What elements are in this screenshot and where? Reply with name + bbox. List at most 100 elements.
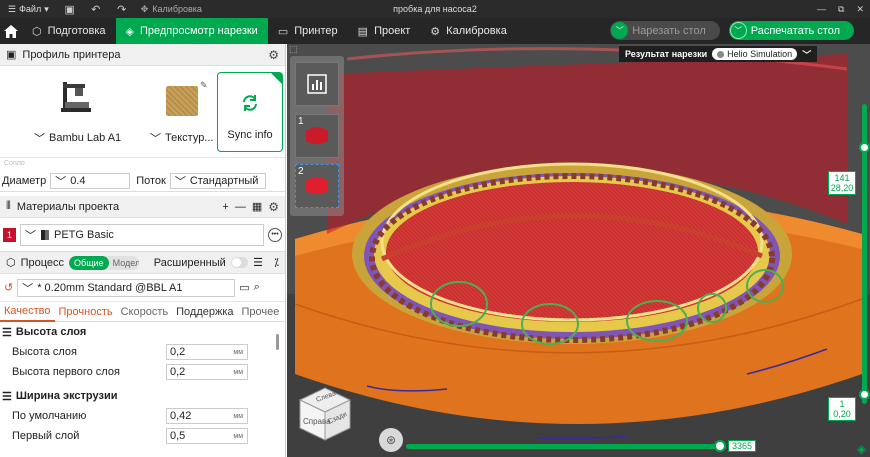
plate-1-thumbnail[interactable]: 1	[295, 114, 339, 158]
materials-section-header: ⦀ Материалы проекта + — ▦ ⚙	[0, 196, 285, 218]
param-input[interactable]: 0,42 мм	[166, 408, 248, 424]
layer-slider-top-handle[interactable]	[859, 142, 870, 153]
chevron-down-icon: ﹀	[34, 133, 45, 145]
param-row: По умолчанию 0,42 мм	[0, 406, 285, 426]
list-icon[interactable]: ☰	[253, 256, 263, 269]
scope-global[interactable]: Общие	[69, 255, 109, 270]
slice-plate-button[interactable]: ﹀ Нарезать стол	[610, 21, 720, 40]
chevron-down-icon[interactable]: ﹀	[611, 22, 629, 39]
sync-info-button[interactable]: Sync info	[217, 72, 283, 152]
tab-prepare[interactable]: ⬡ Подготовка	[22, 18, 116, 44]
print-plate-button[interactable]: ﹀ Распечатать стол	[728, 21, 854, 40]
advanced-toggle[interactable]	[230, 257, 249, 268]
process-scope-toggle[interactable]: Общие Модели	[69, 255, 139, 270]
scope-objects[interactable]: Модели	[109, 258, 139, 268]
process-section-header: ⬡ Процесс Общие Модели Расширенный ☰ ⁒	[0, 252, 285, 274]
tab-project[interactable]: ▤ Проект	[348, 18, 421, 44]
file-menu[interactable]: ☰ Файл ▾	[0, 4, 57, 15]
layer-top-number: 141	[834, 173, 850, 183]
tab-calibration-label: Калибровка	[446, 25, 507, 37]
main-toolbar: ⬡ Подготовка ◈ Предпросмотр нарезки ▭ Пр…	[0, 18, 870, 44]
settings-scrollbar[interactable]	[276, 334, 279, 350]
save-icon[interactable]: ▣	[57, 3, 83, 16]
param-name: Высота первого слоя	[12, 366, 120, 378]
close-icon[interactable]: ✕	[856, 4, 864, 15]
tab-calibration[interactable]: ⚙ Калибровка	[420, 18, 517, 44]
flow-select[interactable]: ﹀ Стандартный	[169, 172, 266, 189]
more-icon[interactable]: •••	[268, 227, 282, 242]
param-input[interactable]: 0,5 мм	[166, 428, 248, 444]
group-title: Высота слоя	[15, 326, 87, 338]
move-slider-value: 3365	[728, 440, 757, 452]
tab-support[interactable]: Поддержка	[172, 302, 237, 322]
calibration-menu[interactable]: ✥ Калибровка	[141, 4, 202, 15]
param-name: Высота слоя	[12, 346, 77, 358]
nozzle-row: Диаметр ﹀ 0.4 Поток ﹀ Стандартный	[0, 170, 285, 192]
preset-row: ↺ ﹀ * 0.20mm Standard @BBL A1 ▭ ⌕	[0, 274, 285, 302]
calibration-icon: ✥	[140, 3, 149, 14]
plate-2-thumbnail[interactable]: 2	[295, 164, 339, 208]
param-row: Первый слой 0,5 мм	[0, 426, 285, 446]
process-tabs: Качество Прочность Скорость Поддержка Пр…	[0, 302, 285, 322]
tab-speed[interactable]: Скорость	[117, 302, 173, 322]
chevron-down-icon: ▾	[44, 3, 49, 14]
slice-plate-label: Нарезать стол	[632, 24, 706, 37]
title-bar: ☰ Файл ▾ ▣ ↶ ↷ ✥ Калибровка пробка для н…	[0, 0, 870, 18]
edit-icon[interactable]: ✎	[200, 80, 208, 91]
reset-icon[interactable]: ↺	[4, 281, 13, 294]
minimize-icon[interactable]: —	[817, 4, 826, 14]
chevron-down-icon[interactable]: ﹀	[802, 48, 811, 61]
search-icon[interactable]: ⌕	[254, 281, 260, 294]
material-select[interactable]: ﹀ PETG Basic	[20, 223, 264, 246]
process-icon: ⬡	[6, 257, 16, 269]
diameter-select[interactable]: ﹀ 0.4	[50, 172, 131, 189]
sliced-model-preview	[287, 47, 870, 457]
tab-printer[interactable]: ▭ Принтер	[268, 18, 348, 44]
param-value: 0,42	[170, 410, 192, 422]
param-input[interactable]: 0,2 мм	[166, 344, 248, 360]
home-button[interactable]	[0, 18, 22, 44]
chevron-down-icon: ﹀	[22, 282, 34, 295]
add-icon[interactable]: +	[222, 201, 228, 213]
tab-project-label: Проект	[374, 25, 411, 37]
printer-cards: ﹀ Bambu Lab A1 ﹀ Текстур... ✎ Sync info	[0, 66, 285, 158]
layers-toggle-icon[interactable]: ◈	[857, 442, 866, 456]
gcode-viewer-button[interactable]: ⊛	[379, 428, 403, 452]
compare-icon[interactable]: ⁒	[274, 256, 279, 269]
param-value: 0,2	[170, 366, 186, 378]
chevron-down-icon[interactable]: ﹀	[729, 22, 747, 39]
redo-icon[interactable]: ↷	[109, 3, 135, 16]
preview-viewport[interactable]: ⬚ 1 2 Результат нарезки Helio Simulation…	[287, 44, 870, 457]
model-thumbnail-icon	[306, 127, 328, 144]
save-icon[interactable]: ▭	[239, 281, 249, 294]
tab-preview[interactable]: ◈ Предпросмотр нарезки	[115, 18, 268, 44]
remove-icon[interactable]: —	[235, 201, 246, 213]
process-preset-select[interactable]: ﹀ * 0.20mm Standard @BBL A1	[17, 278, 236, 297]
printer-card[interactable]: ﹀ Bambu Lab A1	[6, 72, 146, 152]
move-slider-handle[interactable]	[714, 440, 726, 452]
tab-strength[interactable]: Прочность	[55, 302, 117, 322]
plate-number: 2	[298, 166, 304, 177]
chevron-down-icon: ﹀	[25, 229, 36, 242]
tab-other[interactable]: Прочее	[238, 302, 284, 322]
tab-quality[interactable]: Качество	[0, 302, 55, 322]
gear-icon[interactable]: ⚙	[268, 200, 279, 214]
param-input[interactable]: 0,2 мм	[166, 364, 248, 380]
corner-marker	[271, 73, 282, 84]
settings-panel: ▣ Профиль принтера ⚙ ﹀ Bambu Lab A1 ﹀ Те…	[0, 44, 286, 457]
advanced-label: Расширенный	[153, 256, 226, 269]
plate-stats-button[interactable]	[295, 62, 339, 106]
diameter-label: Диаметр	[2, 174, 47, 187]
restore-icon[interactable]: ⧉	[838, 4, 844, 15]
filament-settings-icon[interactable]: ▦	[252, 200, 262, 213]
move-slider[interactable]	[406, 444, 721, 449]
helio-simulation-button[interactable]: Helio Simulation	[712, 48, 798, 60]
undo-icon[interactable]: ↶	[83, 3, 109, 16]
tab-printer-label: Принтер	[294, 25, 338, 37]
gear-icon[interactable]: ⚙	[268, 48, 279, 62]
process-preset-name: * 0.20mm Standard @BBL A1	[37, 281, 183, 294]
printer-icon: ▣	[6, 49, 17, 61]
view-cube[interactable]: Слева Справа Сзади	[295, 382, 355, 442]
plate-card[interactable]: ﹀ Текстур... ✎	[150, 72, 214, 152]
layer-slider-bottom-handle[interactable]	[859, 389, 870, 400]
